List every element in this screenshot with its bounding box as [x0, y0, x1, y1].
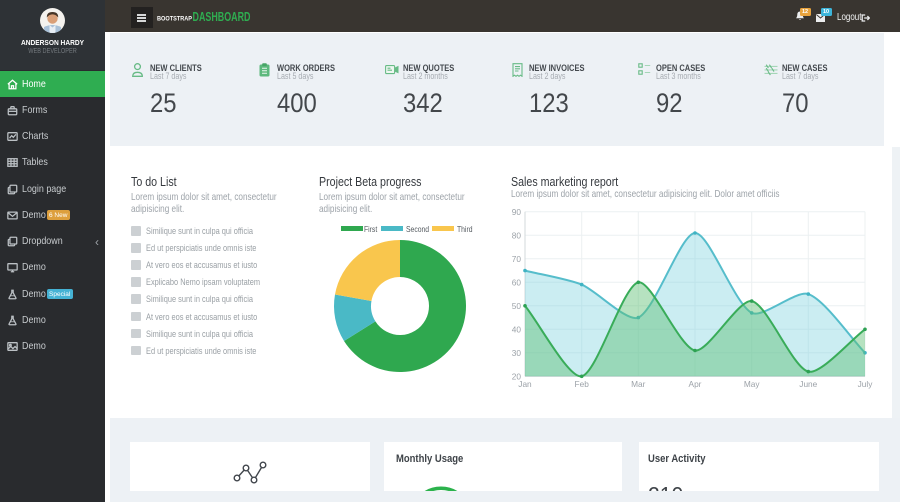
svg-text:Mar: Mar [631, 379, 646, 389]
svg-text:60: 60 [512, 278, 522, 288]
svg-text:40: 40 [512, 325, 522, 335]
svg-text:June: June [799, 379, 817, 389]
svg-text:DASHBOARD: DASHBOARD [193, 10, 251, 24]
svg-text:May: May [744, 379, 761, 389]
svg-text:80: 80 [512, 231, 522, 241]
svg-text:Feb: Feb [575, 379, 590, 389]
svg-text:Apr: Apr [689, 379, 702, 389]
svg-text:90: 90 [512, 207, 522, 217]
svg-text:BOOTSTRAP: BOOTSTRAP [157, 15, 193, 22]
svg-text:50: 50 [512, 301, 522, 311]
svg-text:July: July [858, 379, 874, 389]
svg-text:70: 70 [512, 254, 522, 264]
svg-text:30: 30 [512, 348, 522, 358]
svg-text:Jan: Jan [518, 379, 532, 389]
